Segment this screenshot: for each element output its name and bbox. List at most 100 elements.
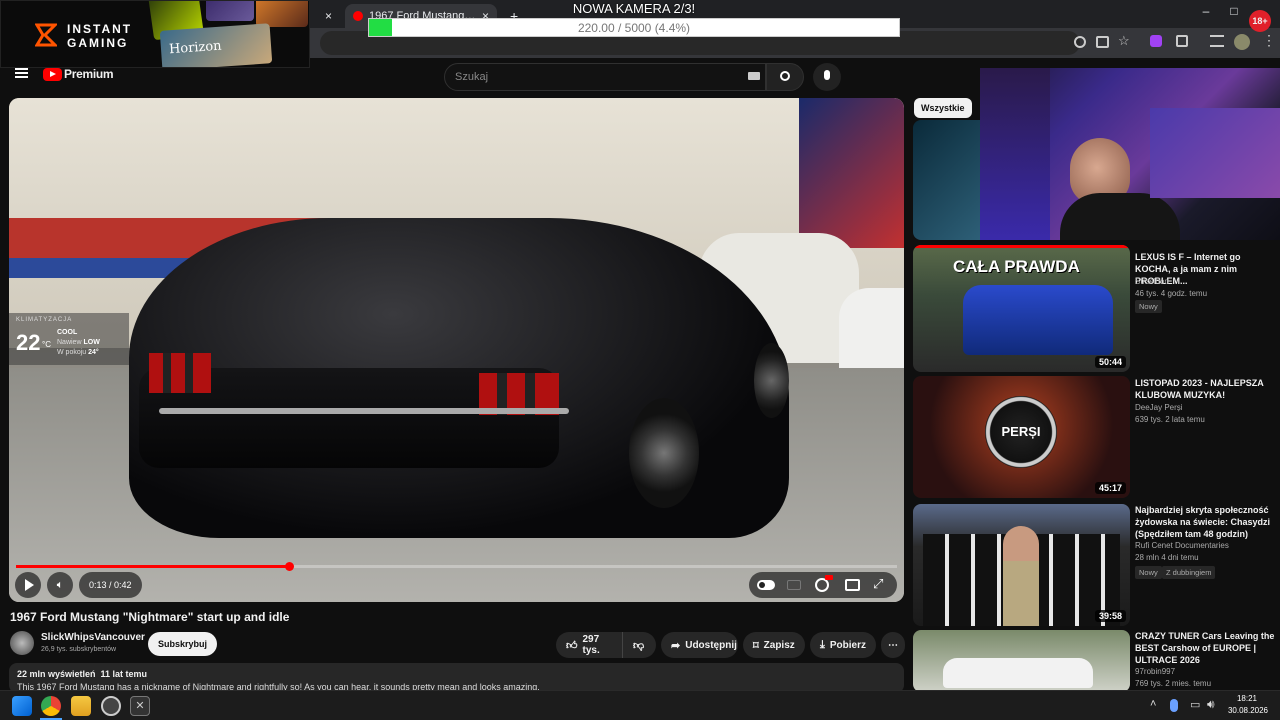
tray-chevron-icon[interactable]: ˄ [1150,698,1156,710]
obs-icon[interactable] [101,696,121,716]
duration-badge: 39:58 [1094,610,1126,622]
hamburger-menu-icon[interactable] [15,68,28,78]
goal-title: NOWA KAMERA 2/3! [572,1,696,16]
chip-all[interactable]: Wszystkie [914,98,972,118]
sidebar-thumb-3[interactable]: 39:58 [913,504,1130,626]
volume-button[interactable]: 🔈︎ [47,572,73,598]
thumbs-up-icon: 👍︎ [566,639,578,652]
autoplay-toggle[interactable] [757,580,775,590]
bookmark-star-icon[interactable]: ☆ [1118,33,1130,49]
browser-menu-icon[interactable]: ⋮ [1262,32,1276,49]
youtube-favicon-icon [353,11,363,21]
streamer-body [1060,193,1180,240]
sidebar-thumb-1[interactable]: CAŁA PRAWDA 50:44 [913,245,1130,372]
wall-banner [799,98,904,248]
channel-avatar[interactable] [10,631,34,655]
chrome-icon[interactable] [41,696,61,716]
duration-badge: 45:17 [1094,482,1126,494]
share-label: Udostępnij [685,639,737,651]
ac-header: KLIMATYZACJA [16,317,73,323]
ac-room-value: 24° [88,349,99,356]
video-title: 1967 Ford Mustang "Nightmare" start up a… [10,610,290,624]
app-x-icon[interactable]: ✕ [130,696,150,716]
file-explorer-icon[interactable] [71,696,91,716]
ac-fan-label: Nawiew [57,339,82,346]
maximize-icon[interactable]: □ [1224,4,1244,18]
like-button[interactable]: 👍︎ 297 tys. [556,632,622,658]
video-player[interactable]: KLIMATYZACJA 22 °C COOL Nawiew LOW W pok… [9,98,904,602]
clock-date[interactable]: 30.08.2026 [1222,706,1274,715]
voice-search-button[interactable] [813,63,841,91]
subscribe-button[interactable]: Subskrybuj [148,632,218,656]
instant-gaming-logo-icon [35,23,57,47]
camera-goal-overlay: NOWA KAMERA 2/3! 220.00 / 5000 (4.4%) [368,0,900,38]
sidebar-channel-4[interactable]: 97robin997 [1135,666,1275,678]
sidebar-thumb-2[interactable]: PERȘI 45:17 [913,376,1130,498]
install-app-icon[interactable] [1096,36,1109,48]
volume-icon: 🔈︎ [56,578,64,591]
extensions-puzzle-icon[interactable] [1176,35,1188,47]
search-input[interactable]: Szukaj [444,63,766,91]
webcam-shelf [980,68,1050,240]
sidebar-channel-1[interactable]: Strzeldon [1135,276,1275,288]
extension-icon[interactable] [1150,35,1162,47]
youtube-logo-icon[interactable] [43,68,62,81]
taillight-left [149,353,211,393]
subtitles-icon[interactable] [787,580,801,590]
sidebar-video-title-3[interactable]: Najbardziej skryta społeczność żydowska … [1135,504,1275,540]
tab-close-icon[interactable]: × [325,9,332,23]
windows-taskbar: ✕ ˄ ▭ 🔊︎ 18:21 30.08.2026 [0,690,1280,720]
play-button[interactable] [15,572,41,598]
share-icon: ➦ [671,639,681,652]
sidebar-meta-3: 28 mln 4 dni temu [1135,553,1199,562]
play-icon [24,579,34,591]
tray-volume-icon[interactable]: 🔊︎ [1207,697,1215,712]
webcam-overlay [980,68,1280,240]
more-horizontal-icon: ⋯ [888,639,898,651]
sidebar-thumb-4[interactable] [913,630,1130,692]
video-progress-track[interactable] [16,562,897,571]
save-button[interactable]: ⌑ Zapisz [743,632,805,658]
ac-fan: Nawiew LOW [57,339,100,346]
clock-time[interactable]: 18:21 [1226,694,1268,703]
ac-room-label: W pokoju [57,349,87,356]
download-label: Pobierz [829,639,866,651]
tray-mic-icon[interactable] [1170,699,1178,712]
webcam-background-light [1150,108,1280,198]
search-button[interactable] [766,63,804,91]
save-label: Zapisz [763,639,795,651]
time-display: 0:13 / 0:42 [79,572,142,598]
profile-avatar[interactable] [1234,34,1250,50]
ac-unit: °C [42,340,51,349]
right-controls: ⤢ [749,572,897,598]
reading-list-icon[interactable] [1210,35,1224,47]
sidebar-video-title-4[interactable]: CRAZY TUNER Cars Leaving the BEST Carsho… [1135,630,1275,666]
goal-progress-track: 220.00 / 5000 (4.4%) [368,18,900,37]
dislike-button[interactable]: 👎︎ [622,632,656,658]
keyboard-icon[interactable] [748,72,760,80]
miniplayer-icon[interactable] [845,579,860,591]
age-restriction-badge: 18+ [1249,10,1271,32]
sidebar-video-title-2[interactable]: LISTOPAD 2023 - NAJLEPSZA KLUBOWA MUZYKA… [1135,377,1275,401]
windows-start-icon[interactable] [12,696,32,716]
tray-network-icon[interactable]: ▭ [1190,698,1200,711]
ac-room: W pokoju 24° [57,349,99,356]
brand-line-2: GAMING [67,36,129,50]
thumb-white-car [943,658,1093,688]
chrome-bumper [159,408,569,414]
microphone-icon [824,70,830,80]
thumb-blue-car [963,285,1113,355]
more-actions-button[interactable]: ⋯ [881,632,905,658]
zoom-icon[interactable] [1074,36,1086,48]
settings-gear-icon[interactable] [815,575,833,592]
rear-wheel [629,398,699,508]
share-button[interactable]: ➦ Udostępnij [661,632,738,658]
description-box[interactable]: 22 mln wyświetleń 11 lat temu This 1967 … [9,663,904,693]
fullscreen-icon[interactable]: ⤢ [873,576,883,592]
channel-name[interactable]: SlickWhipsVancouver [41,632,145,643]
like-count: 297 tys. [582,634,600,656]
sidebar-channel-2[interactable]: DeeJay Perși [1135,402,1275,414]
minimize-icon[interactable]: – [1196,4,1216,18]
sidebar-channel-3[interactable]: Rufi Cenet Documentaries [1135,540,1275,552]
download-button[interactable]: ⤓ Pobierz [810,632,876,658]
